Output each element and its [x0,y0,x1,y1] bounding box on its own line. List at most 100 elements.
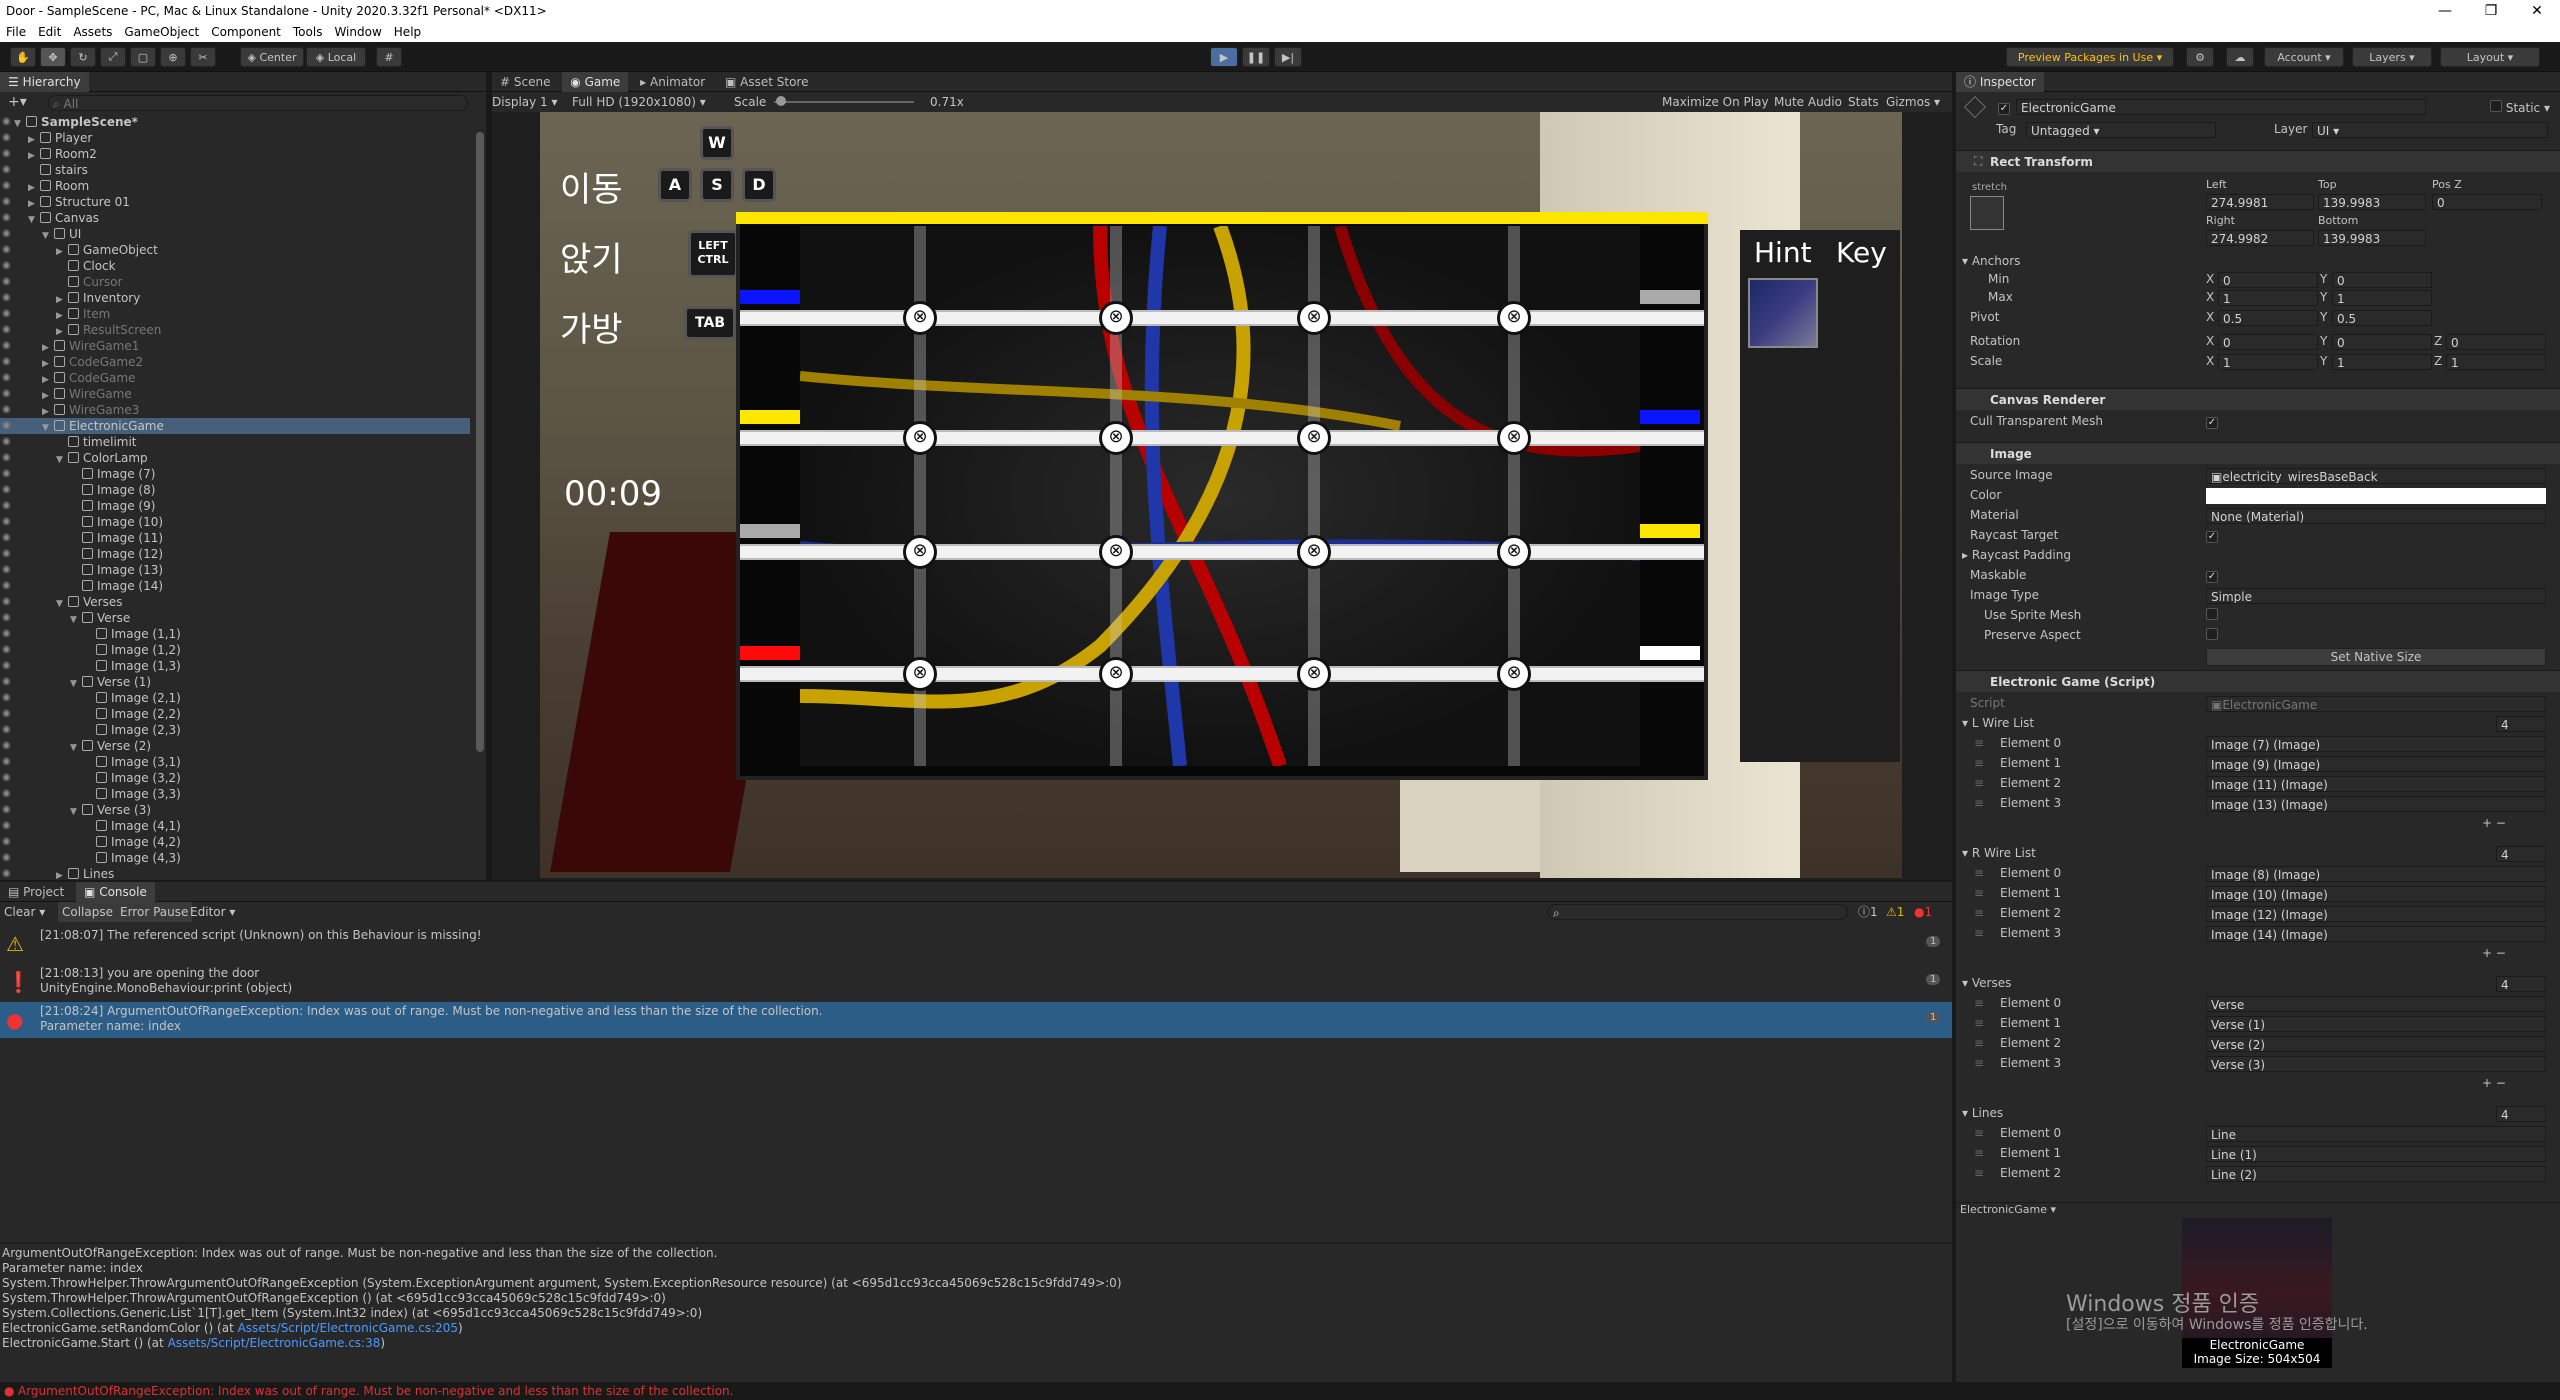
hierarchy-item[interactable]: ▶ ResultScreen ◉ [0,322,470,338]
visibility-icon[interactable]: ◉ [2,866,11,880]
visibility-icon[interactable]: ◉ [2,514,11,530]
top-field[interactable]: 139.9983 [2318,194,2426,210]
preview-dropdown[interactable]: ElectronicGame ▾ [1960,1203,2056,1216]
console-divider[interactable] [0,1242,1952,1244]
list-element-field[interactable]: Verse (2) [2206,1036,2546,1052]
stack-trace-link[interactable]: Assets/Script/ElectronicGame.cs:38 [168,1336,381,1350]
tab-animator[interactable]: ▸ Animator [632,72,713,92]
color-swatch[interactable] [2206,488,2546,504]
visibility-icon[interactable]: ◉ [2,178,11,194]
list-element-field[interactable]: Image (11) (Image) [2206,776,2546,792]
hierarchy-item[interactable]: Clock ◉ [0,258,470,274]
visibility-icon[interactable]: ◉ [2,834,11,850]
visibility-icon[interactable]: ◉ [2,418,11,434]
pivot-local-button[interactable]: ◈ Local [306,47,366,67]
tab-scene[interactable]: # Scene [492,72,558,92]
scale-slider-handle[interactable] [776,96,786,106]
visibility-icon[interactable]: ◉ [2,130,11,146]
drag-handle-icon[interactable]: ≡ [1974,736,1984,750]
visibility-icon[interactable]: ◉ [2,722,11,738]
menu-file[interactable]: File [0,25,32,39]
wire-switch-node[interactable]: ⊗ [1297,301,1331,335]
posz-field[interactable]: 0 [2432,194,2542,210]
visibility-icon[interactable]: ◉ [2,450,11,466]
play-button[interactable]: ▶ [1210,47,1238,67]
visibility-icon[interactable]: ◉ [2,530,11,546]
hierarchy-item[interactable]: Image (4,3) ◉ [0,850,470,866]
hierarchy-item[interactable]: timelimit ◉ [0,434,470,450]
preview-packages-button[interactable]: Preview Packages in Use ▾ [2006,47,2174,67]
account-dropdown[interactable]: Account ▾ [2264,47,2344,67]
move-tool-icon[interactable]: ✥ [40,47,66,67]
set-native-size-button[interactable]: Set Native Size [2206,648,2546,666]
static-toggle[interactable]: Static ▾ [2490,100,2550,115]
visibility-icon[interactable]: ◉ [2,754,11,770]
min-x-field[interactable]: 0 [2218,272,2318,288]
hierarchy-item[interactable]: ▼ Canvas ◉ [0,210,470,226]
hierarchy-item[interactable]: ▼ Verse ◉ [0,610,470,626]
hierarchy-item[interactable]: ▼ SampleScene* ◉ [0,114,470,130]
hierarchy-item[interactable]: Image (4,1) ◉ [0,818,470,834]
list-element-field[interactable]: Verse (1) [2206,1016,2546,1032]
drag-handle-icon[interactable]: ≡ [1974,1166,1984,1180]
maskable-checkbox[interactable]: ✓ [2206,568,2218,583]
list-element-field[interactable]: Image (8) (Image) [2206,866,2546,882]
drag-handle-icon[interactable]: ≡ [1974,776,1984,790]
list-element-field[interactable]: Line [2206,1126,2546,1142]
hierarchy-item[interactable]: Image (9) ◉ [0,498,470,514]
hierarchy-item[interactable]: Image (12) ◉ [0,546,470,562]
cloud-icon[interactable]: ☁ [2226,47,2254,67]
canvas-renderer-header[interactable]: Canvas Renderer [1956,388,2560,410]
status-bar[interactable]: ● ArgumentOutOfRangeException: Index was… [0,1382,2560,1400]
list-element-field[interactable]: Image (12) (Image) [2206,906,2546,922]
visibility-icon[interactable]: ◉ [2,578,11,594]
wire-switch-node[interactable]: ⊗ [1297,657,1331,691]
preserve-aspect-checkbox[interactable] [2206,628,2218,643]
hierarchy-item[interactable]: Image (2,1) ◉ [0,690,470,706]
image-component-header[interactable]: Image [1956,442,2560,464]
list-size-field[interactable]: 4 [2496,976,2546,992]
visibility-icon[interactable]: ◉ [2,562,11,578]
hierarchy-item[interactable]: Image (4,2) ◉ [0,834,470,850]
material-field[interactable]: None (Material) [2206,508,2546,524]
display-dropdown[interactable]: Display 1 ▾ [492,92,558,112]
anchors-foldout[interactable]: ▾ Anchors [1962,254,2020,268]
expand-arrow-icon[interactable]: ▶ [56,868,68,880]
minimize-button[interactable]: — [2422,0,2468,22]
list-element-field[interactable]: Image (13) (Image) [2206,796,2546,812]
menu-assets[interactable]: Assets [67,25,118,39]
visibility-icon[interactable]: ◉ [2,850,11,866]
console-entry[interactable]: ● [21:08:24] ArgumentOutOfRangeException:… [0,1002,1952,1038]
hierarchy-item[interactable]: ▼ Verse (2) ◉ [0,738,470,754]
hierarchy-item[interactable]: Image (2,2) ◉ [0,706,470,722]
mute-audio-toggle[interactable]: Mute Audio [1774,92,1842,112]
max-y-field[interactable]: 1 [2332,290,2432,306]
visibility-icon[interactable]: ◉ [2,642,11,658]
visibility-icon[interactable]: ◉ [2,658,11,674]
hierarchy-item[interactable]: Image (13) ◉ [0,562,470,578]
visibility-icon[interactable]: ◉ [2,818,11,834]
warning-count[interactable]: ⚠1 [1886,902,1904,922]
list-element-field[interactable]: Image (10) (Image) [2206,886,2546,902]
wire-switch-node[interactable]: ⊗ [1099,535,1133,569]
hierarchy-item[interactable]: ▶ WireGame1 ◉ [0,338,470,354]
right-field[interactable]: 274.9982 [2206,230,2314,246]
min-y-field[interactable]: 0 [2332,272,2432,288]
visibility-icon[interactable]: ◉ [2,738,11,754]
object-name-field[interactable]: ElectronicGame [2016,99,2426,115]
hierarchy-item[interactable]: ▶ Structure 01 ◉ [0,194,470,210]
list-element-field[interactable]: Line (1) [2206,1146,2546,1162]
rect-tool-icon[interactable]: ▢ [130,47,156,67]
wire-switch-node[interactable]: ⊗ [1297,421,1331,455]
hierarchy-item[interactable]: ▼ Verse (1) ◉ [0,674,470,690]
visibility-icon[interactable]: ◉ [2,306,11,322]
use-sprite-mesh-checkbox[interactable] [2206,608,2218,623]
hint-item-icon[interactable] [1748,278,1818,348]
list-foldout[interactable]: ▾ Lines [1962,1106,2003,1120]
visibility-icon[interactable]: ◉ [2,674,11,690]
left-field[interactable]: 274.9981 [2206,194,2314,210]
wire-switch-node[interactable]: ⊗ [1297,535,1331,569]
hierarchy-item[interactable]: Image (1,1) ◉ [0,626,470,642]
max-x-field[interactable]: 1 [2218,290,2318,306]
hierarchy-item[interactable]: ▶ Inventory ◉ [0,290,470,306]
